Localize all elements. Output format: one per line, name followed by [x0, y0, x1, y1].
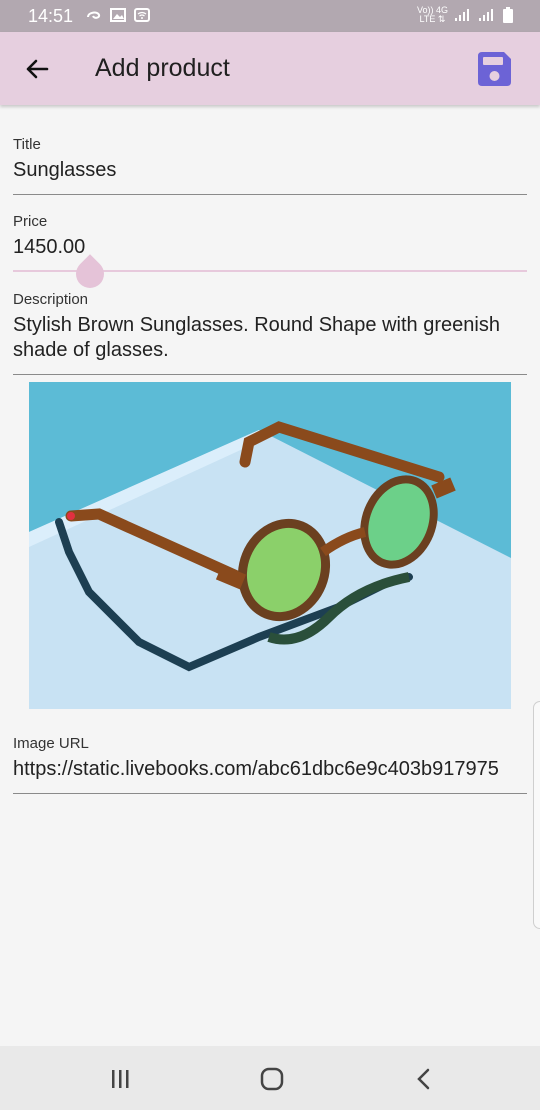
- title-underline: [13, 194, 527, 195]
- recents-button[interactable]: [100, 1064, 140, 1094]
- battery-icon: [503, 7, 513, 23]
- home-button[interactable]: [252, 1064, 292, 1094]
- status-bar: 14:51 Vo)) 4G LTE ⇅: [0, 0, 540, 32]
- save-button[interactable]: [474, 49, 514, 89]
- title-label: Title: [13, 136, 41, 153]
- status-right-icons: Vo)) 4G LTE ⇅: [417, 6, 514, 24]
- save-icon: [478, 52, 511, 86]
- image-url-label: Image URL: [13, 735, 89, 752]
- product-image: [29, 382, 511, 709]
- swirl-icon: [87, 11, 101, 19]
- app-bar: Add product: [0, 32, 540, 105]
- arrow-back-icon: [26, 59, 49, 79]
- description-input[interactable]: Stylish Brown Sunglasses. Round Shape wi…: [13, 313, 527, 363]
- edge-panel-handle[interactable]: [533, 701, 540, 929]
- signal-icon-2: [479, 9, 493, 21]
- home-icon: [260, 1067, 284, 1091]
- text-cursor-handle[interactable]: [70, 254, 110, 294]
- recents-icon: [112, 1070, 129, 1088]
- signal-icon: [455, 9, 469, 21]
- page-title: Add product: [95, 54, 230, 82]
- description-underline: [13, 374, 527, 375]
- network-type-indicator: Vo)) 4G LTE ⇅: [416, 5, 448, 24]
- price-label: Price: [13, 213, 48, 230]
- back-button[interactable]: [20, 52, 54, 86]
- nav-back-button[interactable]: [404, 1064, 444, 1094]
- nav-back-icon: [417, 1068, 430, 1090]
- wifi-calling-icon: [134, 8, 150, 22]
- status-time: 14:51: [28, 6, 74, 26]
- gallery-icon: [110, 8, 126, 22]
- image-url-underline: [13, 793, 527, 794]
- status-notification-icons: [86, 8, 150, 22]
- title-field[interactable]: Title Sunglasses: [13, 136, 527, 195]
- system-nav-bar: [0, 1046, 540, 1110]
- description-field[interactable]: Description Stylish Brown Sunglasses. Ro…: [13, 291, 527, 375]
- image-url-input[interactable]: https://static.livebooks.com/abc61dbc6e9…: [13, 757, 527, 782]
- description-label: Description: [13, 291, 89, 308]
- image-url-field[interactable]: Image URL https://static.livebooks.com/a…: [13, 735, 527, 794]
- price-field[interactable]: Price 1450.00: [13, 213, 527, 294]
- sunglasses-photo: [29, 382, 511, 709]
- title-input[interactable]: Sunglasses: [13, 158, 527, 183]
